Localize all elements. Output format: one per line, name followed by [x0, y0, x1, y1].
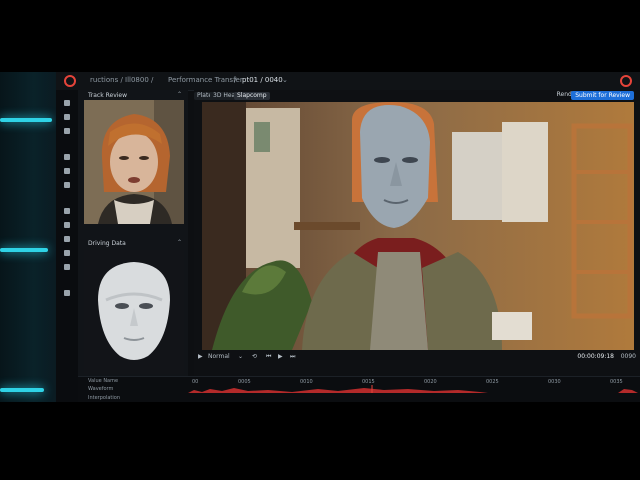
tab-slapcomp[interactable]: Slapcomp — [234, 92, 270, 100]
loop-icon[interactable]: ⟲ — [252, 353, 257, 360]
layers-icon[interactable] — [64, 114, 70, 120]
skip-back-icon[interactable]: ⏮ — [266, 353, 271, 361]
tool-rail — [56, 90, 79, 402]
face-tracking-image — [84, 100, 184, 224]
chevron-up-icon[interactable]: ⌃ — [177, 91, 182, 98]
left-panel-column: Track Review ⌃ Driving Data ⌃ — [78, 90, 188, 376]
driving-data-header[interactable]: Driving Data ⌃ — [78, 238, 188, 248]
skip-forward-icon[interactable]: ⏭ — [290, 353, 295, 361]
chevron-down-icon[interactable]: ⌄ — [238, 353, 243, 360]
track-review-header[interactable]: Track Review ⌃ — [78, 90, 188, 100]
viewer-tabs: Plate 3D Head Slapcomp Render Submit for… — [194, 90, 640, 102]
dot-icon[interactable] — [64, 154, 70, 160]
letterbox-top — [0, 0, 640, 72]
chevron-up-icon[interactable]: ⌃ — [177, 239, 182, 246]
breadcrumb-separator: / — [234, 76, 237, 84]
letterbox-bottom — [0, 402, 640, 480]
end-frame: 0090 — [620, 353, 636, 360]
waveform-track — [188, 385, 638, 393]
timeline-row-interpolation: Interpolation — [88, 395, 120, 401]
timeline-row-waveform: Waveform — [88, 386, 114, 392]
driving-data-viewport[interactable] — [84, 250, 184, 374]
main-viewer: Plate 3D Head Slapcomp Render Submit for… — [194, 90, 640, 376]
dot-icon[interactable] — [64, 100, 70, 106]
submit-for-review-button[interactable]: Submit for Review — [571, 91, 634, 100]
track-review-title: Track Review — [88, 92, 128, 99]
driving-data-title: Driving Data — [88, 240, 126, 247]
head-mesh-render — [84, 250, 184, 374]
timeline-row-value-name: Value Name — [88, 378, 119, 384]
play-icon[interactable]: ▶ — [278, 353, 283, 360]
glow-line — [0, 118, 52, 122]
glow-line — [0, 248, 48, 252]
timecode: 00:00:09:18 — [577, 353, 614, 360]
user-icon[interactable] — [64, 290, 70, 296]
app-logo-icon — [620, 75, 632, 87]
slapcomp-plate[interactable] — [202, 102, 634, 350]
background-monitor-glow — [0, 72, 56, 402]
settings-icon[interactable] — [64, 208, 70, 214]
composite-image — [202, 102, 634, 350]
app-window: ructions / Ill0800 / Performance Transfe… — [56, 72, 640, 402]
app-logo-icon[interactable] — [64, 75, 76, 87]
breadcrumb-item-performance-transfer[interactable]: Performance Transfer — [168, 76, 243, 84]
chevron-down-icon[interactable]: ⌄ — [282, 76, 288, 84]
playback-controls: ▶ Normal ⌄ ⟲ ⏮ ▶ ⏭ 00:00:09:18 0090 — [194, 352, 640, 364]
breadcrumb: ructions / Ill0800 / Performance Transfe… — [56, 72, 640, 91]
breadcrumb-faded[interactable]: ructions / Ill0800 / — [90, 76, 153, 84]
star-icon[interactable] — [64, 168, 70, 174]
dot-icon[interactable] — [64, 182, 70, 188]
playback-mode-select[interactable]: Normal — [208, 353, 230, 360]
grid-icon[interactable] — [64, 250, 70, 256]
breadcrumb-item-shot[interactable]: pt01 / 0040 — [242, 76, 283, 84]
filter-icon[interactable] — [64, 264, 70, 270]
play-icon[interactable]: ▶ — [198, 353, 203, 360]
folder-icon[interactable] — [64, 222, 70, 228]
list-icon[interactable] — [64, 236, 70, 242]
track-review-thumbnail[interactable] — [84, 100, 184, 224]
timeline[interactable]: Value Name Waveform Interpolation 00 000… — [78, 376, 640, 402]
glow-line — [0, 388, 44, 392]
search-icon[interactable] — [64, 128, 70, 134]
